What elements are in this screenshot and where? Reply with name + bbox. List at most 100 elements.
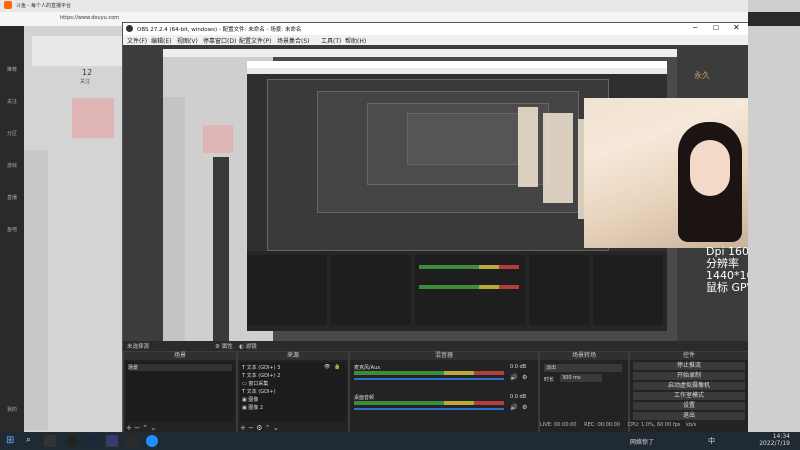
webcam-label: 永久	[694, 71, 710, 80]
menu-help[interactable]: 帮助(H)	[345, 36, 366, 45]
scene-item[interactable]: 场景	[128, 364, 232, 371]
nested-meter-1	[419, 265, 519, 269]
properties-button[interactable]: ⚙ 属性	[215, 342, 233, 350]
menu-edit[interactable]: 编辑(E)	[151, 36, 171, 45]
settings-button[interactable]: 设置	[633, 402, 745, 410]
start-recording-button[interactable]: 开始录制	[633, 372, 745, 380]
nested-obs-menu	[247, 68, 667, 74]
menu-file[interactable]: 文件(F)	[127, 36, 147, 45]
menu-tools[interactable]: 工具(T)	[321, 36, 341, 45]
menu-docks[interactable]: 停靠窗口(D)	[203, 36, 236, 45]
nested-obs-title	[247, 61, 667, 68]
windows-start-icon[interactable]: ⊞	[6, 435, 14, 446]
filters-button[interactable]: ◐ 滤镜	[239, 342, 257, 350]
tunnel-layer-4	[407, 113, 519, 165]
edge-taskbar-icon[interactable]	[146, 435, 158, 447]
lock-icon[interactable]: 🔒	[334, 364, 340, 370]
source-settings-button[interactable]: ⚙	[256, 424, 262, 432]
source-item-4[interactable]: ▣ 图像	[242, 396, 258, 403]
tunnel-sun-1	[518, 107, 538, 187]
obs-taskbar-icon[interactable]	[66, 435, 78, 447]
move-up-source-button[interactable]: ⌃	[265, 424, 271, 432]
sources-dock-title: 来源	[238, 352, 348, 360]
mixer-meter-2	[354, 401, 504, 405]
follow-label: 关注	[80, 79, 91, 85]
rail-item-1[interactable]: 关注	[2, 98, 22, 116]
filters-label: 滤镜	[245, 344, 257, 350]
duration-label: 时长	[544, 377, 555, 383]
duration-input[interactable]: 300 ms	[560, 374, 602, 382]
right-browser-strip	[748, 0, 800, 432]
streamer-face	[690, 140, 730, 196]
maximize-icon[interactable]: ☐	[713, 24, 719, 32]
rail-item-3[interactable]: 游戏	[2, 162, 22, 180]
move-down-scene-button[interactable]: ⌄	[150, 424, 156, 432]
volume-slider-2[interactable]	[354, 408, 504, 410]
scenes-dock-title: 场景	[124, 352, 236, 360]
speaker-icon[interactable]: 🔊	[510, 374, 517, 381]
move-up-scene-button[interactable]: ⌃	[142, 424, 148, 432]
streamer-avatar[interactable]	[72, 98, 114, 138]
menu-view[interactable]: 视图(V)	[177, 36, 198, 45]
tunnel-sun-2	[543, 113, 573, 203]
rail-item-2[interactable]: 分区	[2, 130, 22, 148]
stop-streaming-button[interactable]: 停止推流	[633, 362, 745, 370]
nested-avatar	[203, 125, 233, 153]
scenes-toolbar: + − ⌃ ⌄	[126, 424, 234, 432]
source-item-2[interactable]: ▭ 窗口采集	[242, 380, 268, 387]
task-view-icon[interactable]	[44, 435, 56, 447]
controls-dock-title: 控件	[630, 352, 748, 360]
sources-toolbar: + − ⚙ ⌃ ⌄	[240, 424, 346, 432]
browser-url[interactable]: https://www.douyu.com	[60, 15, 119, 21]
nested-left-col	[163, 97, 185, 349]
speaker-icon[interactable]: 🔊	[510, 404, 517, 411]
source-item-0[interactable]: T 文本 (GDI+) 3	[242, 364, 280, 371]
obs-title-bar: OBS 27.2.4 (64-bit, windows) - 配置文件: 未命名…	[123, 23, 749, 35]
app2-taskbar-icon[interactable]	[126, 435, 138, 447]
follow-count: 12	[82, 68, 93, 77]
transition-type-select[interactable]: 淡出	[544, 364, 622, 372]
remove-source-button[interactable]: −	[248, 424, 254, 432]
obs-docks: 场景 场景 + − ⌃ ⌄ 来源 T 文本 (GDI+) 3 T 文本 (GDI…	[123, 351, 749, 435]
browser-tab-title[interactable]: 斗鱼 - 每个人的直播平台	[16, 2, 71, 9]
add-source-button[interactable]: +	[240, 424, 246, 432]
cpu-fps: CPU: 1.0%, 60.00 fps	[627, 422, 681, 428]
rail-item-5[interactable]: 鱼吧	[2, 226, 22, 244]
mixer-meter-1	[354, 371, 504, 375]
app-taskbar-icon[interactable]	[106, 435, 118, 447]
obs-status-bar: LIVE: 00:00:00 REC: 00:00:00 CPU: 1.0%, …	[540, 422, 750, 430]
gear-icon[interactable]: ⚙	[522, 404, 527, 411]
move-down-source-button[interactable]: ⌄	[273, 424, 279, 432]
rail-item-0[interactable]: 推荐	[2, 66, 22, 84]
sources-dock: 来源 T 文本 (GDI+) 3 T 文本 (GDI+) 2 ▭ 窗口采集 T …	[237, 351, 349, 435]
rail-item-4[interactable]: 直播	[2, 194, 22, 212]
scenes-dock: 场景 场景 + − ⌃ ⌄	[123, 351, 237, 435]
search-icon[interactable]: ⌕	[26, 435, 31, 445]
close-icon[interactable]: ✕	[733, 23, 740, 32]
studio-mode-button[interactable]: 工作室模式	[633, 392, 745, 400]
start-virtual-camera-button[interactable]: 启动虚拟摄像机	[633, 382, 745, 390]
visibility-eye-icon[interactable]: 👁	[324, 364, 330, 370]
input-language[interactable]: 中	[708, 436, 715, 446]
volume-slider-1[interactable]	[354, 378, 504, 380]
source-item-5[interactable]: ▣ 图像 2	[242, 404, 263, 411]
minimize-icon[interactable]: ─	[693, 24, 697, 32]
mixer-dock-title: 混音器	[350, 352, 538, 360]
menu-profile[interactable]: 配置文件(P)	[239, 36, 271, 45]
sources-list[interactable]: T 文本 (GDI+) 3 T 文本 (GDI+) 2 ▭ 窗口采集 T 文本 …	[240, 362, 346, 422]
remove-scene-button[interactable]: −	[134, 424, 140, 432]
source-item-1[interactable]: T 文本 (GDI+) 2	[242, 372, 280, 379]
menu-scene-collection[interactable]: 场景集合(S)	[277, 36, 310, 45]
clock[interactable]: 14:34 2022/7/19	[750, 433, 790, 447]
gear-icon[interactable]: ⚙	[522, 374, 527, 381]
source-toolbar: 未选择源 ⚙ 属性 ◐ 滤镜	[123, 341, 749, 351]
scenes-list[interactable]: 场景	[126, 362, 234, 422]
rail-item-6[interactable]: 我的	[2, 406, 22, 424]
obs-logo-icon	[126, 25, 133, 32]
clock-time: 14:34	[772, 433, 790, 440]
notification-text[interactable]: 网络惊了	[630, 437, 654, 446]
source-item-3[interactable]: T 文本 (GDI+)	[242, 388, 276, 395]
steam-taskbar-icon[interactable]	[86, 435, 98, 447]
exit-button[interactable]: 退出	[633, 412, 745, 420]
add-scene-button[interactable]: +	[126, 424, 132, 432]
